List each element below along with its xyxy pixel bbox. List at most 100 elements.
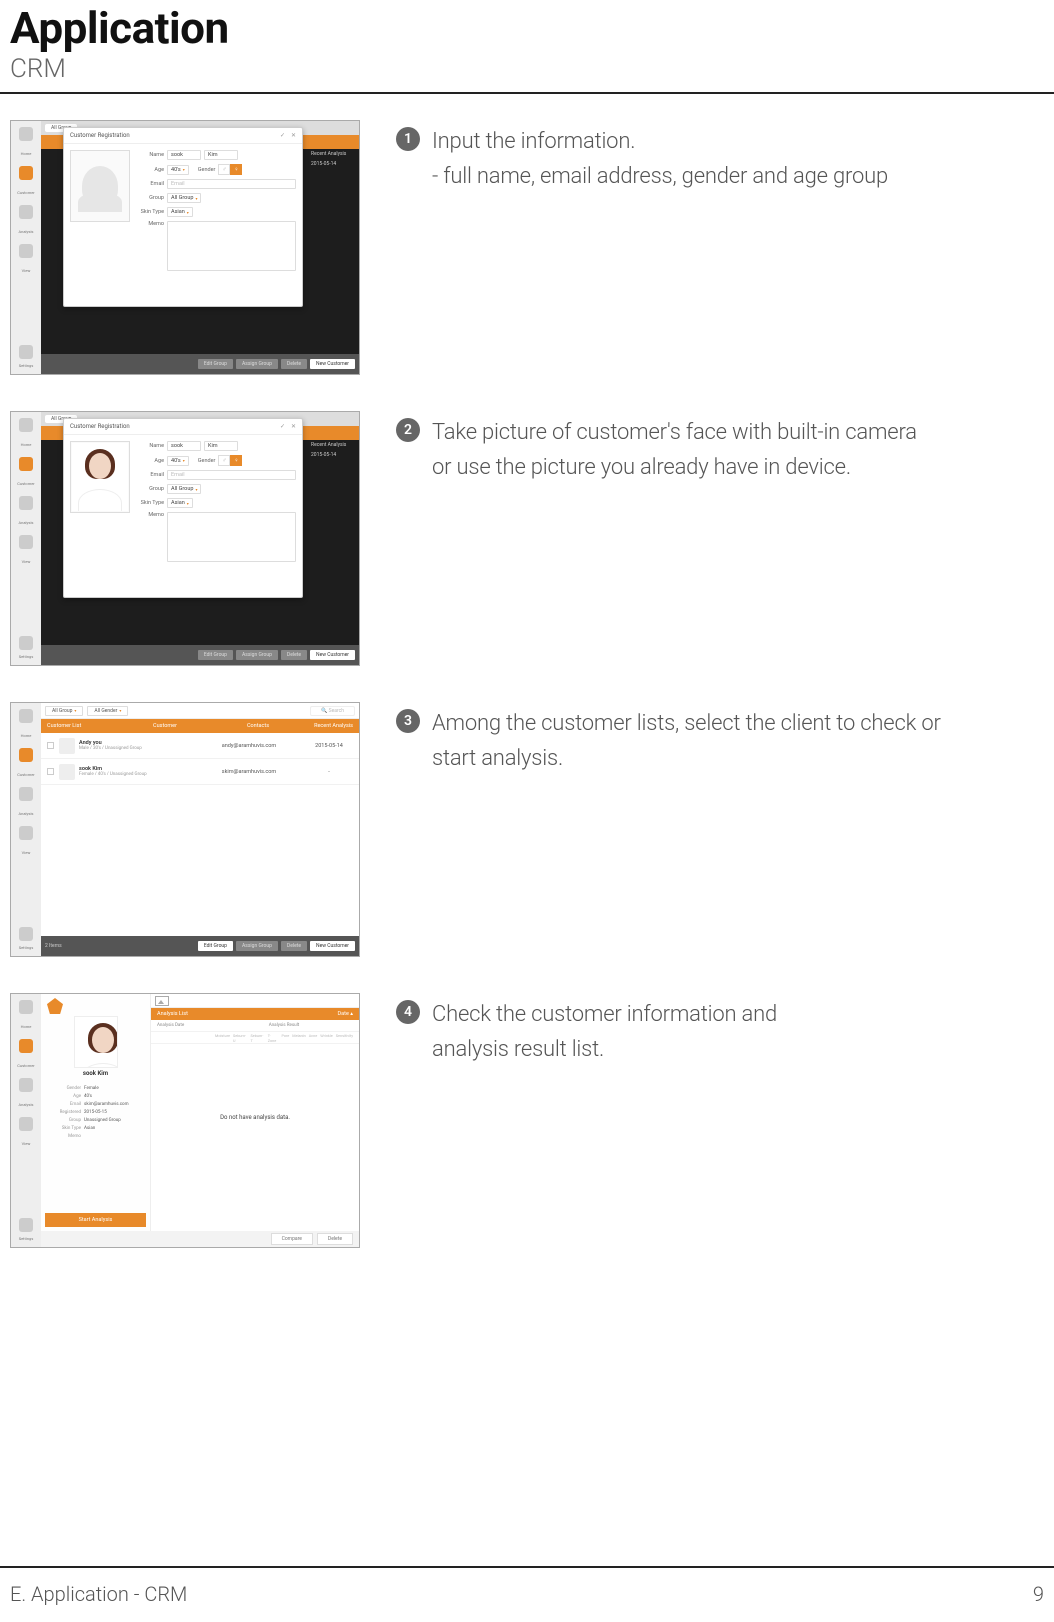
- sort-date[interactable]: Date ▴: [338, 1011, 353, 1017]
- filter-gender[interactable]: All Gender: [87, 706, 128, 716]
- step-3: Home Customer Analysis View Settings All…: [10, 702, 1044, 957]
- close-icon[interactable]: ✕: [291, 132, 296, 139]
- input-email[interactable]: Email: [167, 470, 296, 480]
- new-customer-button[interactable]: New Customer: [310, 650, 355, 660]
- close-icon[interactable]: ✕: [291, 423, 296, 430]
- photo-slot[interactable]: [70, 441, 130, 513]
- home-icon[interactable]: [19, 1000, 33, 1014]
- page-subtitle: CRM: [0, 54, 1054, 92]
- step-1: Home Customer Analysis View Settings All…: [10, 120, 1044, 375]
- gender-female-button[interactable]: ♀: [230, 164, 242, 175]
- new-customer-button[interactable]: New Customer: [310, 359, 355, 369]
- gender-male-button[interactable]: ♂: [218, 455, 230, 466]
- detail-bottombar: Compare Delete: [41, 1231, 359, 1247]
- confirm-icon[interactable]: ✓: [280, 423, 285, 430]
- col-analysis-result: Analysis Result: [215, 1023, 353, 1028]
- assign-group-button[interactable]: Assign Group: [236, 941, 278, 951]
- filter-group[interactable]: All Group: [45, 706, 83, 716]
- input-first-name[interactable]: sook: [167, 441, 201, 451]
- step-badge-1: 1: [396, 127, 420, 151]
- view-icon[interactable]: [19, 826, 33, 840]
- new-customer-button[interactable]: New Customer: [310, 941, 355, 951]
- label-skin-type: Skin Type: [136, 209, 164, 215]
- customer-icon[interactable]: [19, 748, 33, 762]
- delete-button[interactable]: Delete: [281, 359, 307, 369]
- search-input[interactable]: 🔍 Search: [310, 706, 355, 716]
- edit-group-button[interactable]: Edit Group: [198, 359, 233, 369]
- input-email[interactable]: Email: [167, 179, 296, 189]
- col-contacts[interactable]: Contacts: [223, 723, 293, 729]
- avatar: [59, 738, 75, 754]
- checkbox[interactable]: [47, 768, 54, 775]
- view-icon[interactable]: [19, 1117, 33, 1131]
- select-group[interactable]: All Group: [167, 484, 201, 494]
- input-first-name[interactable]: sook: [167, 150, 201, 160]
- home-icon[interactable]: [19, 127, 33, 141]
- assign-group-button[interactable]: Assign Group: [236, 650, 278, 660]
- list-title: Customer List: [47, 723, 107, 729]
- select-skin-type[interactable]: Asian: [167, 498, 193, 508]
- label-age: Age: [136, 167, 164, 173]
- avatar-placeholder-icon: [82, 166, 118, 206]
- app-bottombar: Edit Group Assign Group Delete New Custo…: [41, 354, 359, 374]
- photo-slot[interactable]: [70, 150, 130, 222]
- confirm-icon[interactable]: ✓: [280, 132, 285, 139]
- settings-icon[interactable]: [19, 1218, 33, 1232]
- list-item[interactable]: Andy youMale / 30's / Unassigned Group a…: [41, 733, 359, 759]
- assign-group-button[interactable]: Assign Group: [236, 359, 278, 369]
- list-item[interactable]: sook KimFemale / 40's / Unassigned Group…: [41, 759, 359, 785]
- col-recent[interactable]: Recent Analysis: [293, 723, 353, 729]
- gender-female-button[interactable]: ♀: [230, 455, 242, 466]
- analysis-icon[interactable]: [19, 205, 33, 219]
- input-memo[interactable]: [167, 221, 296, 271]
- step-2: Home Customer Analysis View Settings All…: [10, 411, 1044, 666]
- start-analysis-button[interactable]: Start Analysis: [45, 1213, 146, 1227]
- label-memo: Memo: [136, 221, 164, 227]
- select-skin-type[interactable]: Asian: [167, 207, 193, 217]
- col-analysis-date: Analysis Date: [157, 1023, 207, 1028]
- col-customer[interactable]: Customer: [107, 723, 223, 729]
- delete-button[interactable]: Delete: [281, 941, 307, 951]
- home-icon[interactable]: [19, 709, 33, 723]
- analysis-icon[interactable]: [19, 496, 33, 510]
- customer-photo: [72, 443, 128, 511]
- customer-icon[interactable]: [19, 457, 33, 471]
- image-tab-icon[interactable]: [155, 996, 169, 1006]
- app-sidebar: Home Customer Analysis View Settings: [11, 703, 41, 956]
- analysis-icon[interactable]: [19, 1078, 33, 1092]
- checkbox[interactable]: [47, 742, 54, 749]
- settings-icon[interactable]: [19, 927, 33, 941]
- step-badge-3: 3: [396, 709, 420, 733]
- edit-group-button[interactable]: Edit Group: [198, 650, 233, 660]
- avatar: [59, 764, 75, 780]
- gender-male-button[interactable]: ♂: [218, 164, 230, 175]
- customer-icon[interactable]: [19, 1039, 33, 1053]
- app-sidebar: Home Customer Analysis View Settings: [11, 412, 41, 665]
- step-badge-2: 2: [396, 418, 420, 442]
- settings-icon[interactable]: [19, 345, 33, 359]
- input-last-name[interactable]: Kim: [204, 150, 238, 160]
- home-icon[interactable]: [19, 418, 33, 432]
- app-sidebar: Home Customer Analysis View Settings: [11, 121, 41, 374]
- step-2-text: Take picture of customer's face with bui…: [432, 415, 917, 485]
- select-age[interactable]: 40's: [167, 456, 189, 466]
- customer-icon[interactable]: [19, 166, 33, 180]
- list-filter-bar: All Group All Gender 🔍 Search: [41, 703, 359, 719]
- analysis-icon[interactable]: [19, 787, 33, 801]
- input-last-name[interactable]: Kim: [204, 441, 238, 451]
- edit-group-button[interactable]: Edit Group: [198, 941, 233, 951]
- delete-button[interactable]: Delete: [281, 650, 307, 660]
- select-group[interactable]: All Group: [167, 193, 201, 203]
- badge-icon: [47, 998, 63, 1014]
- compare-button[interactable]: Compare: [271, 1233, 313, 1245]
- settings-icon[interactable]: [19, 636, 33, 650]
- view-icon[interactable]: [19, 535, 33, 549]
- input-memo[interactable]: [167, 512, 296, 562]
- gender-toggle: ♂ ♀: [218, 164, 242, 175]
- label-name: Name: [136, 152, 164, 158]
- select-age[interactable]: 40's: [167, 165, 189, 175]
- metric-columns: MoistureSebum-USebum-TT-ZonePoreMelaninA…: [215, 1033, 353, 1043]
- view-icon[interactable]: [19, 244, 33, 258]
- step-4: Home Customer Analysis View Settings soo…: [10, 993, 1044, 1248]
- delete-button[interactable]: Delete: [317, 1233, 353, 1245]
